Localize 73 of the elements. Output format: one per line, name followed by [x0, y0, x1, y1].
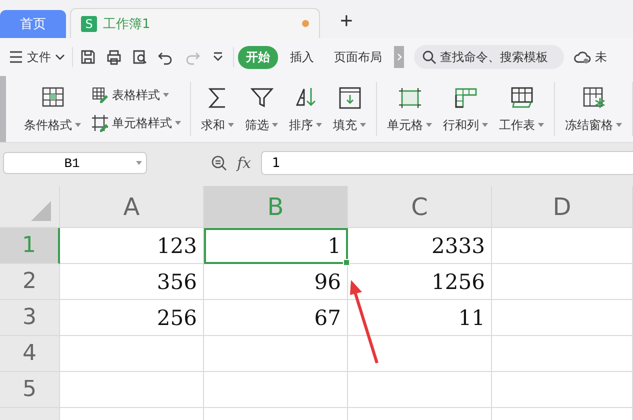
column-header[interactable]: D	[492, 186, 633, 228]
save-icon	[80, 49, 96, 65]
print-preview-icon	[132, 49, 148, 65]
table-cell[interactable]	[348, 336, 492, 372]
caret-icon	[228, 123, 234, 127]
function-label[interactable]: fx	[237, 154, 252, 172]
caret-icon	[175, 121, 181, 125]
ribbon-tab[interactable]: 页面布局	[326, 46, 390, 68]
table-cell[interactable]	[492, 336, 633, 372]
caret-icon	[272, 123, 278, 127]
collapse-handle[interactable]	[0, 76, 6, 142]
new-tab-button[interactable]: +	[336, 8, 357, 34]
ribbon-button[interactable]: 行和列	[440, 84, 491, 134]
ribbon-button[interactable]: 排序	[286, 84, 325, 134]
row-header[interactable]: 3	[0, 300, 60, 336]
row-header[interactable]: 5	[0, 372, 60, 408]
column-header[interactable]: A	[60, 186, 204, 228]
table-cell[interactable]: 2333	[348, 228, 492, 264]
cell-style-icon	[91, 114, 109, 132]
caret-icon	[75, 123, 81, 127]
table-cell[interactable]: 356	[60, 264, 204, 300]
search-field[interactable]: 查找命令、搜索模板	[414, 45, 564, 69]
caret-icon	[616, 123, 622, 127]
table-cell[interactable]: 96	[204, 264, 348, 300]
fill-handle[interactable]	[343, 259, 350, 266]
caret-icon	[426, 123, 432, 127]
caret-icon	[538, 123, 544, 127]
table-cell[interactable]: 1	[204, 228, 348, 264]
caret-icon	[136, 161, 142, 165]
table-style-icon	[91, 86, 109, 104]
fill-icon	[336, 84, 362, 110]
table-cell[interactable]: 256	[60, 300, 204, 336]
more-tabs-button[interactable]	[394, 46, 404, 68]
cloud-status-button[interactable]: 未	[570, 46, 610, 68]
cloud-icon	[573, 50, 591, 64]
ribbon-button[interactable]: 工作表	[496, 84, 547, 134]
name-box[interactable]: B1	[3, 152, 147, 174]
caret-icon	[360, 123, 366, 127]
spreadsheet-badge: S	[81, 16, 97, 32]
table-cell[interactable]	[492, 228, 633, 264]
ribbon-button[interactable]: 表格样式	[89, 84, 183, 106]
file-menu[interactable]: 文件	[6, 46, 68, 68]
ribbon-tab[interactable]: 插入	[282, 46, 322, 68]
print-icon	[106, 49, 122, 65]
table-cell[interactable]	[492, 300, 633, 336]
ribbon-button[interactable]: 单元格样式	[89, 112, 183, 134]
row-header[interactable]: 2	[0, 264, 60, 300]
search-icon	[422, 50, 436, 64]
caret-icon	[55, 54, 65, 60]
zoom-icon	[211, 155, 227, 171]
table-cell[interactable]: 67	[204, 300, 348, 336]
formula-field[interactable]: 1	[261, 151, 633, 175]
select-all-icon[interactable]	[31, 201, 51, 221]
chevron-right-icon	[396, 53, 402, 61]
ribbon-button[interactable]: 求和	[198, 84, 237, 134]
table-cell[interactable]	[60, 336, 204, 372]
ribbon-button[interactable]: 筛选	[242, 84, 281, 134]
table-cell[interactable]: 123	[60, 228, 204, 264]
freeze-panes-icon	[580, 84, 606, 110]
menu-icon	[9, 51, 23, 63]
caret-icon	[482, 123, 488, 127]
caret-icon	[163, 93, 169, 97]
table-cell[interactable]	[492, 264, 633, 300]
ribbon-button[interactable]: 填充	[330, 84, 369, 134]
caret-icon	[316, 123, 322, 127]
column-header[interactable]: C	[348, 186, 492, 228]
ribbon-button[interactable]: 单元格	[384, 84, 435, 134]
worksheet-icon	[508, 84, 534, 110]
ribbon-button[interactable]: 冻结窗格	[562, 84, 625, 134]
table-cell[interactable]: 11	[348, 300, 492, 336]
table-cell[interactable]	[204, 336, 348, 372]
ribbon-button[interactable]: 条件格式	[21, 84, 84, 134]
row-header[interactable]: 4	[0, 336, 60, 372]
